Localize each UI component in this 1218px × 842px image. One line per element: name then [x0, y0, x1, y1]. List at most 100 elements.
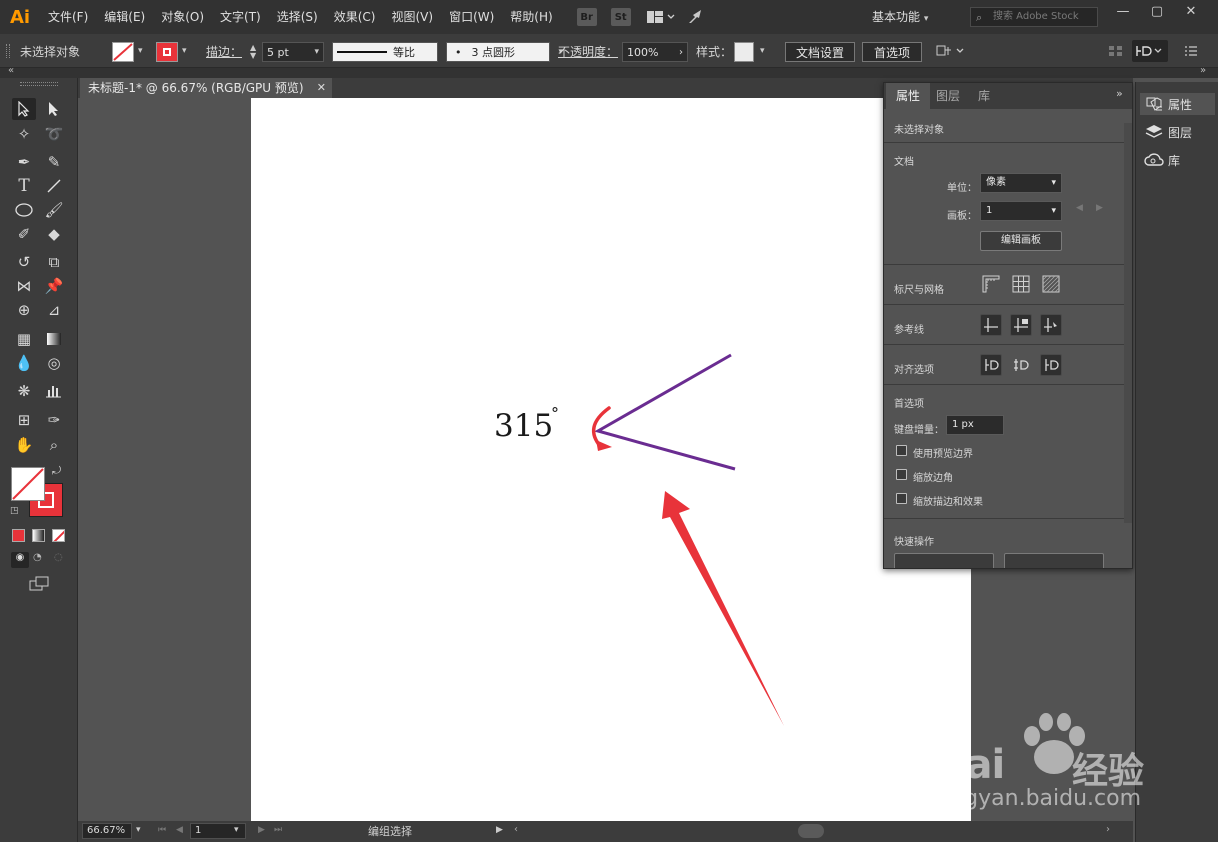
next-artboard-icon[interactable]: ▶ [1096, 203, 1103, 213]
quick-action-button-2[interactable] [1004, 553, 1104, 568]
zoom-level-field[interactable]: 66.67% [82, 823, 132, 839]
units-select[interactable]: 像素 ▾ [980, 173, 1062, 193]
minimize-window-icon[interactable]: — [1106, 0, 1140, 22]
document-tab[interactable]: 未标题-1* @ 66.67% (RGB/GPU 预览) ✕ [80, 78, 332, 98]
color-mode-icon[interactable] [12, 529, 25, 542]
zoom-dropdown-icon[interactable]: ▾ [136, 825, 141, 835]
pen-tool-icon[interactable]: ✒ [12, 151, 36, 173]
smart-guides-icon[interactable] [1040, 314, 1062, 336]
draw-normal-icon[interactable]: ◉ [11, 552, 29, 568]
eraser-tool-icon[interactable]: ◆ [42, 223, 66, 245]
menu-file[interactable]: 文件(F) [40, 0, 96, 34]
opacity-field[interactable]: 100% › [622, 42, 688, 62]
tab-layers[interactable]: 图层 [926, 83, 970, 109]
stroke-swatch[interactable] [156, 42, 178, 62]
menu-type[interactable]: 文字(T) [212, 0, 269, 34]
stroke-dropdown-icon[interactable]: ▾ [182, 46, 187, 56]
paintbrush-tool-icon[interactable]: 🖌 [42, 199, 66, 221]
lasso-tool-icon[interactable]: ➰ [42, 123, 66, 145]
transparency-grid-icon[interactable] [1042, 275, 1060, 296]
hand-tool-icon[interactable]: ✋ [12, 434, 36, 456]
menu-edit[interactable]: 编辑(E) [96, 0, 153, 34]
shaper-tool-icon[interactable]: ✐ [12, 223, 36, 245]
align-icon[interactable] [1108, 44, 1124, 61]
stock-search-input[interactable]: ⌕ 搜索 Adobe Stock [970, 7, 1098, 27]
next-artboard-nav-icon[interactable]: ▶ [258, 825, 265, 835]
stroke-label[interactable]: 描边： [206, 34, 242, 68]
gradient-mode-icon[interactable] [32, 529, 45, 542]
last-artboard-icon[interactable]: ⏭ [274, 825, 282, 835]
control-bar-grip[interactable] [6, 44, 10, 58]
show-guides-icon[interactable] [980, 314, 1002, 336]
isolation-mode-icon[interactable] [936, 44, 966, 61]
scale-strokes-checkbox[interactable] [896, 493, 907, 504]
style-dropdown-icon[interactable]: ▾ [760, 46, 765, 56]
preferences-button[interactable]: 首选项 [862, 42, 922, 62]
document-setup-button[interactable]: 文档设置 [785, 42, 855, 62]
brush-definition-select[interactable]: • 3 点圆形 ▾ [446, 42, 563, 62]
stock-button[interactable]: St [610, 8, 631, 26]
keyboard-increment-field[interactable]: 1 px [946, 415, 1004, 435]
status-menu-icon[interactable]: ▶ [496, 825, 503, 835]
artboard-tool-icon[interactable]: ⊞ [12, 409, 36, 431]
fill-color-box[interactable] [11, 467, 45, 501]
swap-fill-stroke-icon[interactable]: ⤾ [52, 464, 61, 478]
snap-to-grid-icon[interactable] [1010, 354, 1032, 376]
close-window-icon[interactable]: ✕ [1174, 0, 1208, 22]
use-preview-bounds-checkbox[interactable] [896, 445, 907, 456]
symbol-sprayer-tool-icon[interactable]: ❋ [12, 380, 36, 402]
menu-select[interactable]: 选择(S) [269, 0, 326, 34]
tab-libraries[interactable]: 库 [968, 83, 1000, 109]
scroll-right-icon[interactable]: › [1106, 824, 1110, 835]
fill-dropdown-icon[interactable]: ▾ [138, 46, 143, 56]
dock-properties[interactable]: 属性 [1140, 93, 1215, 115]
artboard[interactable] [251, 98, 971, 821]
slice-tool-icon[interactable]: ✑ [42, 409, 66, 431]
grid-icon[interactable] [1012, 275, 1030, 296]
lock-guides-icon[interactable] [1010, 314, 1032, 336]
arrange-documents-icon[interactable] [646, 10, 675, 24]
stroke-weight-field[interactable]: 5 pt ▾ [262, 42, 324, 62]
menu-window[interactable]: 窗口(W) [441, 0, 502, 34]
ruler-icon[interactable] [982, 275, 1000, 296]
properties-scrollbar[interactable] [1124, 123, 1132, 523]
previous-artboard-icon[interactable]: ◀ [1076, 203, 1083, 213]
width-tool-icon[interactable]: ⋈ [12, 275, 36, 297]
eyedropper-tool-icon[interactable]: 💧 [12, 352, 36, 374]
shape-builder-tool-icon[interactable]: ⊕ [12, 299, 36, 321]
collapse-dock-icon[interactable]: » [1200, 65, 1206, 76]
type-tool-icon[interactable]: T [12, 175, 36, 197]
first-artboard-icon[interactable]: ⏮ [158, 825, 166, 835]
quick-action-button-1[interactable] [894, 553, 994, 568]
maximize-window-icon[interactable]: ▢ [1140, 0, 1174, 22]
artboard-dropdown-icon[interactable]: ▾ [234, 825, 239, 835]
degree-symbol[interactable]: ° [551, 404, 559, 423]
fill-swatch[interactable] [112, 42, 134, 62]
angle-text[interactable]: 315 [494, 408, 553, 444]
selection-tool-icon[interactable] [12, 98, 36, 120]
menu-help[interactable]: 帮助(H) [502, 0, 560, 34]
dock-libraries[interactable]: 库 [1140, 149, 1215, 171]
change-screen-mode-icon[interactable] [29, 576, 51, 595]
column-graph-tool-icon[interactable] [42, 380, 66, 402]
direct-selection-tool-icon[interactable] [42, 98, 66, 120]
artboard-select[interactable]: 1 ▾ [980, 201, 1062, 221]
snap-to-point-icon[interactable] [980, 354, 1002, 376]
gpu-performance-icon[interactable] [687, 9, 707, 25]
line-segment-tool-icon[interactable] [42, 175, 66, 197]
tab-properties[interactable]: 属性 [886, 83, 931, 109]
puppet-warp-tool-icon[interactable]: 📌 [42, 275, 66, 297]
ellipse-tool-icon[interactable] [12, 199, 36, 221]
none-mode-icon[interactable] [52, 529, 65, 542]
graphic-style-swatch[interactable] [734, 42, 754, 62]
panel-menu-icon[interactable] [1184, 44, 1198, 61]
menu-effect[interactable]: 效果(C) [326, 0, 384, 34]
toolbar-grip[interactable] [20, 82, 58, 86]
snap-to-pixel-panel-icon[interactable] [1040, 354, 1062, 376]
default-fill-stroke-icon[interactable]: ◳ [10, 506, 19, 516]
panel-collapse-icon[interactable]: » [1116, 87, 1123, 100]
opacity-label[interactable]: 不透明度： [558, 34, 618, 68]
zoom-tool-icon[interactable]: ⌕ [42, 434, 66, 456]
previous-artboard-nav-icon[interactable]: ◀ [176, 825, 183, 835]
draw-behind-icon[interactable]: ◔ [33, 552, 42, 563]
